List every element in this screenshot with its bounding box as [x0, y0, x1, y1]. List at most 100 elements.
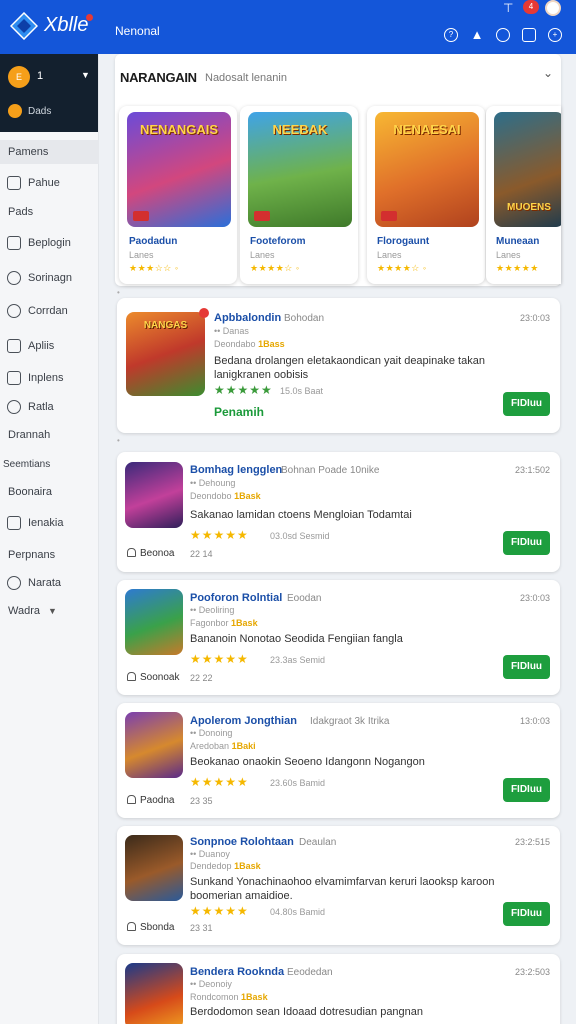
listing-description: Beokanao onaokin Seoeno Idangonn Nogango… [190, 756, 425, 768]
listing-card[interactable]: Apolerom Jongthian Idakgraot 3k Itrika 1… [117, 703, 560, 818]
sidebar-item-label: Beplogin [28, 237, 71, 249]
sidebar-item-ratla[interactable]: Ratla [0, 395, 99, 419]
sidebar-item-label: Wadra [8, 605, 40, 617]
sidebar-item-label: Apliis [28, 340, 55, 352]
tagline-prefix: Rondcomon [190, 992, 239, 1002]
coin-count: 1 [37, 70, 44, 82]
grid-icon [7, 339, 21, 353]
sidebar-item-corrdan[interactable]: Corrdan [0, 299, 99, 323]
sidebar-item-label: Pamens [8, 146, 49, 158]
chevron-down-icon[interactable]: ▼ [81, 70, 90, 80]
listing-footer: Beonoa [127, 548, 174, 559]
footer-count: 23 31 [190, 923, 213, 933]
settings-icon[interactable]: + [548, 28, 562, 42]
sidebar-item-perpnans[interactable]: Perpnans [0, 543, 99, 567]
listing-card[interactable]: Pooforon Rolntial Eoodan 23:0:03 •• Deol… [117, 580, 560, 695]
help-icon[interactable]: ? [444, 28, 458, 42]
bell-icon[interactable] [127, 795, 136, 804]
listing-title[interactable]: Bendera Rooknda [190, 966, 284, 978]
listing-title[interactable]: Sonpnoe Rolohtaan [190, 836, 294, 848]
listing-subtitle: Eoodan [287, 593, 322, 604]
rating-text: 04.80s Bamid [270, 907, 326, 917]
list-icon [7, 516, 21, 530]
listing-description: Bananoin Nonotao Seodida Fengiian fangla [190, 633, 403, 645]
listing-title[interactable]: Pooforon Rolntial [190, 592, 282, 604]
sidebar-item-sorinagn[interactable]: Sorinagn [0, 266, 99, 290]
sidebar-item-pamens[interactable]: Pamens [0, 140, 99, 164]
tag-icon [381, 211, 397, 221]
game-thumbnail [125, 462, 183, 528]
listing-subtitle: Idakgraot 3k Itrika [310, 716, 390, 727]
listing-time: 23:0:03 [519, 593, 550, 603]
featured-card[interactable]: NEEBAK Footeforom Lanes ★★★★☆ ◦ [240, 106, 358, 284]
sidebar-item-pahue[interactable]: Pahue [0, 171, 99, 195]
app-logo-text[interactable]: Xblle [44, 14, 88, 37]
sidebar-item-drannah[interactable]: Drannah [0, 423, 99, 447]
sidebar-account[interactable]: E 1 ▼ Dads [0, 54, 98, 132]
featured-card[interactable]: NENANGAIS Paodadun Lanes ★★★☆☆ ◦ [119, 106, 237, 284]
listing-footer: Sbonda [127, 922, 174, 933]
sidebar-item-apliis[interactable]: Apliis [0, 334, 99, 358]
bell-icon[interactable] [127, 922, 136, 931]
sidebar-item-narata[interactable]: Narata [0, 571, 99, 595]
sidebar-item-seemtians[interactable]: Seemtians [0, 452, 99, 476]
install-button[interactable]: FIDIuu [503, 778, 550, 802]
listing-card[interactable]: Bendera Rooknda Eeodedan 23:2:503 •• Deo… [117, 954, 560, 1024]
sidebar-item-pads[interactable]: Pads [0, 200, 99, 224]
chevron-down-icon[interactable]: ▼ [48, 606, 57, 616]
game-thumbnail: NENAESAI [375, 112, 479, 227]
bell-icon[interactable] [127, 548, 136, 557]
listing-meta: •• Dehoung [190, 478, 236, 488]
game-meta: Lanes [250, 250, 275, 260]
tag-icon [254, 211, 270, 221]
triangle-icon[interactable]: ▲ [470, 28, 484, 42]
sidebar-item-inplens[interactable]: Inplens [0, 366, 99, 390]
rating-stars: ★★★★★ [190, 652, 249, 666]
nav-title[interactable]: Nenonal [115, 24, 160, 38]
sidebar-sub-label: Dads [28, 106, 52, 117]
sidebar-item-ienakia[interactable]: Ienakia [0, 511, 99, 535]
sidebar-item-label: Narata [28, 577, 62, 589]
logo-dot [86, 14, 93, 21]
info-icon [7, 576, 21, 590]
sidebar-item-label: Ratla [28, 401, 54, 413]
sidebar-item-label: Pahue [28, 177, 60, 189]
featured-card[interactable]: MUOENS Muneaan Lanes ★★★★★ [486, 106, 561, 284]
listing-description: Sakanao lamidan ctoens Mengloian Todamta… [190, 509, 412, 521]
featured-title: NARANGAIN [120, 70, 197, 85]
globe-icon[interactable] [496, 28, 510, 42]
listing-time: 23:1:502 [514, 465, 550, 475]
game-thumbnail: NENANGAIS [127, 112, 231, 227]
new-badge [199, 308, 209, 318]
bell-icon[interactable] [127, 672, 136, 681]
logo-icon[interactable] [10, 12, 38, 40]
footer-label: Soonoak [140, 672, 180, 683]
install-button[interactable]: FIDIuu [503, 531, 550, 555]
notification-badge[interactable]: 4 [523, 0, 539, 14]
pin-icon[interactable]: ⊤ [503, 1, 513, 15]
install-button[interactable]: FIDIuu [503, 655, 550, 679]
coin-icon: E [8, 66, 30, 88]
listing-card[interactable]: Bomhag lengglen Bohnan Poade 10nike 23:1… [117, 452, 560, 572]
listing-title[interactable]: Apbbalondin [214, 312, 281, 324]
puzzle-icon[interactable] [522, 28, 536, 42]
footer-count: 22 22 [190, 673, 213, 683]
rating-text: 23.60s Bamid [270, 778, 326, 788]
install-button[interactable]: FIDIuu [503, 392, 550, 416]
listing-title[interactable]: Bomhag lengglen [190, 464, 282, 476]
chevron-down-icon[interactable]: ⌄ [543, 66, 553, 80]
listing-card[interactable]: NANGAS Apbbalondin Bohodan 23:0:03 •• Da… [117, 298, 560, 433]
listing-card[interactable]: Sonpnoe Rolohtaan Deaulan 23:2:515 •• Du… [117, 826, 560, 945]
listing-title[interactable]: Apolerom Jongthian [190, 715, 297, 727]
listing-meta: •• Danas [214, 326, 249, 336]
avatar[interactable] [545, 0, 561, 16]
install-button[interactable]: FIDIuu [503, 902, 550, 926]
sidebar-item-boonaira[interactable]: Boonaira [0, 480, 99, 504]
listing-meta: •• Deonoiy [190, 979, 232, 989]
listing-tagline: Rondcomon 1Bask [190, 992, 268, 1002]
featured-card[interactable]: NENAESAI Florogaunt Lanes ★★★★☆ ◦ [367, 106, 485, 284]
gamepad-icon [7, 236, 21, 250]
sidebar-item-beplogin[interactable]: Beplogin [0, 231, 99, 255]
sidebar-item-wadra[interactable]: Wadra ▼ [0, 599, 99, 623]
listing-price: Penamih [214, 405, 265, 419]
